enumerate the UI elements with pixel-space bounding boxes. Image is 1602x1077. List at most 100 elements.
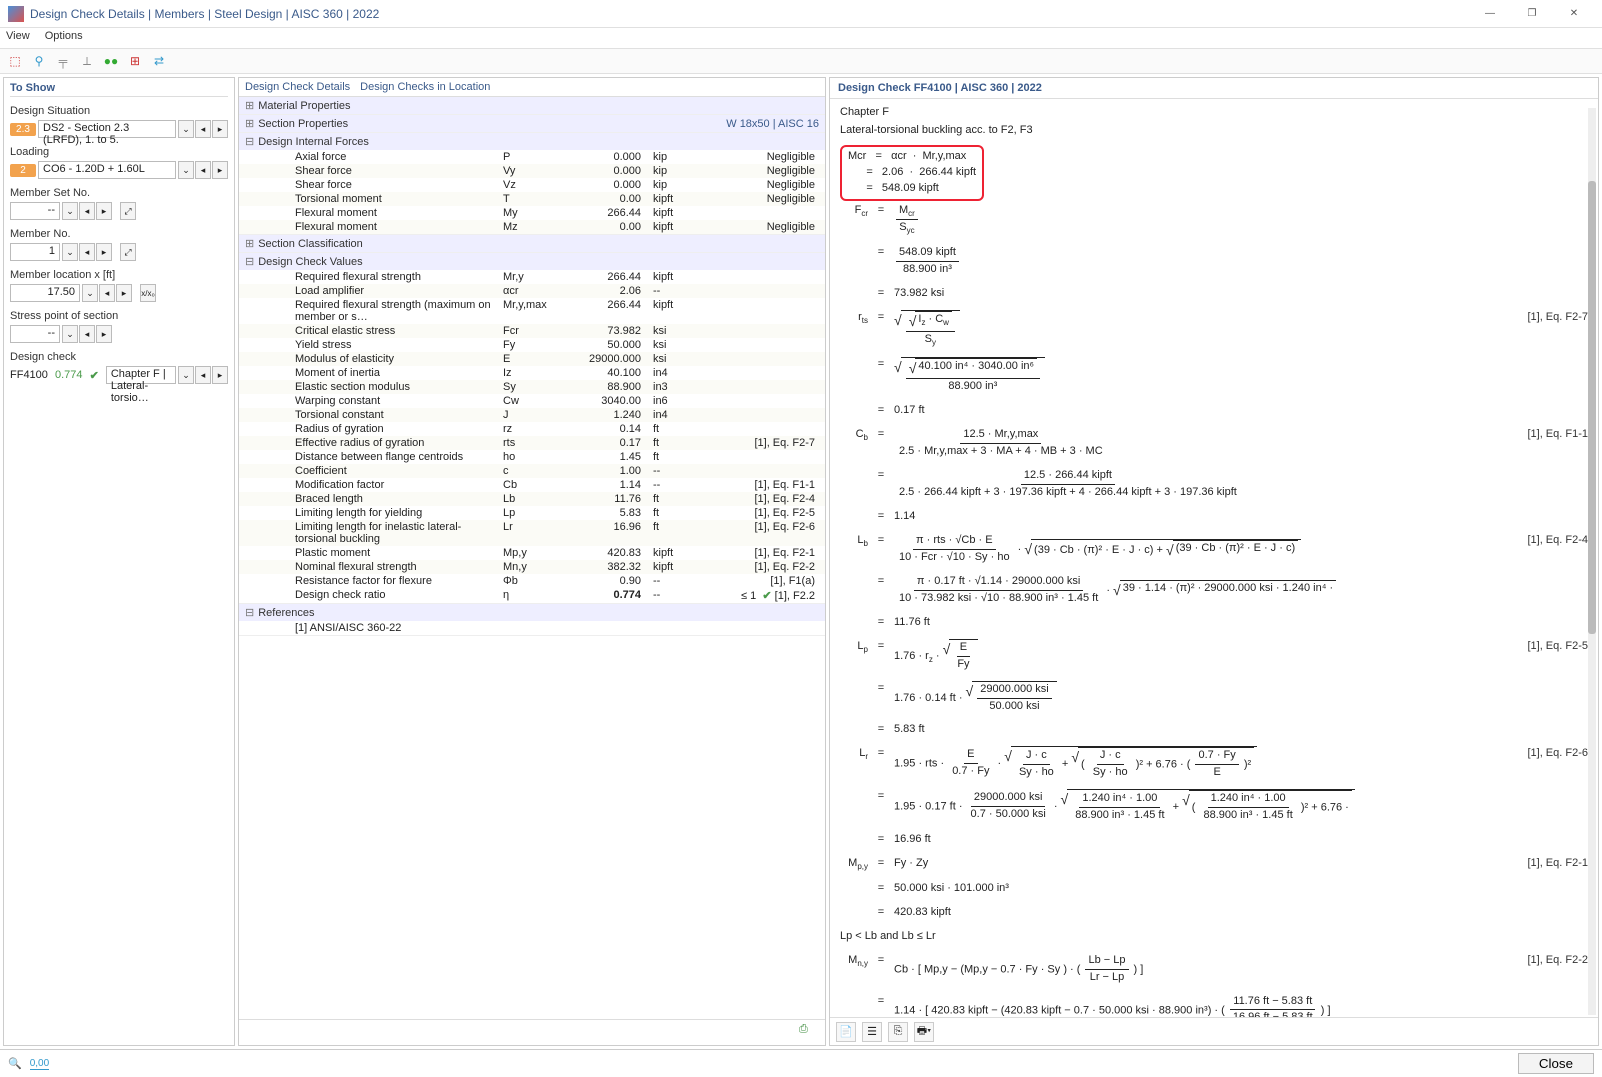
- collapse-icon[interactable]: ⊟: [245, 135, 254, 148]
- table-row: Critical elastic stressFcr73.982ksi: [239, 324, 825, 338]
- design-situation-select[interactable]: DS2 - Section 2.3 (LRFD), 1. to 5.: [38, 120, 176, 138]
- app-icon: [8, 6, 24, 22]
- stress-pt-select[interactable]: --: [10, 325, 60, 343]
- ref-1: [1] ANSI/AISC 360-22: [267, 621, 825, 635]
- ml-prev-button[interactable]: ◂: [99, 284, 115, 302]
- ld-chevron-icon[interactable]: ⌄: [178, 161, 194, 179]
- tb-icon-6[interactable]: ⊞: [126, 52, 144, 70]
- rp-tb-3[interactable]: ⎘: [888, 1022, 908, 1042]
- ratio-lim: ≤ 1: [741, 590, 756, 602]
- ld-prev-button[interactable]: ◂: [195, 161, 211, 179]
- ml-xx-icon[interactable]: x/x₀: [140, 284, 156, 302]
- sp-chevron-icon[interactable]: ⌄: [62, 325, 78, 343]
- expand-icon[interactable]: ⊞: [245, 117, 254, 130]
- sp-next-button[interactable]: ▸: [96, 325, 112, 343]
- loading-select[interactable]: CO6 - 1.20D + 1.60L: [38, 161, 176, 179]
- member-loc-input[interactable]: 17.50: [10, 284, 80, 302]
- ds-prev-button[interactable]: ◂: [195, 120, 211, 138]
- mn-pick-icon[interactable]: ⤢: [120, 243, 136, 261]
- member-set-label: Member Set No.: [10, 187, 228, 199]
- table-row: Effective radius of gyrationrts0.17ft[1]…: [239, 436, 825, 450]
- member-no-label: Member No.: [10, 228, 228, 240]
- right-panel: Design Check FF4100 | AISC 360 | 2022 Ch…: [829, 77, 1599, 1046]
- table-row: Modulus of elasticityE29000.000ksi: [239, 352, 825, 366]
- ft-icon-2[interactable]: 0,00: [30, 1058, 49, 1070]
- rp-tb-print-icon[interactable]: 🖶▾: [914, 1022, 934, 1042]
- grp-classif: Section Classification: [258, 238, 363, 250]
- table-row: Moment of inertiaIz40.100in4: [239, 366, 825, 380]
- member-set-select[interactable]: --: [10, 202, 60, 220]
- tb-icon-2[interactable]: ⚲: [30, 52, 48, 70]
- close-button[interactable]: Close: [1518, 1053, 1594, 1074]
- menu-view[interactable]: View: [6, 30, 30, 42]
- sp-prev-button[interactable]: ◂: [79, 325, 95, 343]
- ms-next-button[interactable]: ▸: [96, 202, 112, 220]
- table-row: Shear forceVy0.000kipNegligible: [239, 164, 825, 178]
- ld-next-button[interactable]: ▸: [212, 161, 228, 179]
- dc-prev-button[interactable]: ◂: [195, 366, 211, 384]
- left-panel: To Show Design Situation 2.3 DS2 - Secti…: [3, 77, 235, 1046]
- table-row: Flexural momentMz0.00kipftNegligible: [239, 220, 825, 234]
- dc-chevron-icon[interactable]: ⌄: [178, 366, 194, 384]
- ds-chevron-icon[interactable]: ⌄: [178, 120, 194, 138]
- ms-pick-icon[interactable]: ⤢: [120, 202, 136, 220]
- tb-icon-3[interactable]: ╤: [54, 52, 72, 70]
- grp-material: Material Properties: [258, 100, 350, 112]
- table-row: Limiting length for yieldingLp5.83ft[1],…: [239, 506, 825, 520]
- mid-panel: Design Check Details Design Checks in Lo…: [238, 77, 826, 1046]
- table-row: Modification factorCb1.14--[1], Eq. F1-1: [239, 478, 825, 492]
- ratio-val: 0.774: [557, 588, 647, 603]
- table-row: Elastic section modulusSy88.900in3: [239, 380, 825, 394]
- menu-options[interactable]: Options: [45, 30, 83, 42]
- mid-export-icon[interactable]: ⎙: [799, 1023, 819, 1043]
- mn-prev-button[interactable]: ◂: [79, 243, 95, 261]
- ft-icon-1[interactable]: 🔍: [8, 1057, 22, 1070]
- expand-icon[interactable]: ⊞: [245, 237, 254, 250]
- mid-tab-2[interactable]: Design Checks in Location: [360, 81, 490, 93]
- design-check-label: Design check: [10, 351, 228, 363]
- dc-check-icon: ✔: [90, 369, 99, 382]
- window-title: Design Check Details | Members | Steel D…: [30, 7, 379, 21]
- highlight-box: Mcr = αcr · Mr,y,max = 2.06 · 266.44 kip…: [840, 145, 984, 201]
- tb-icon-1[interactable]: ⬚: [6, 52, 24, 70]
- close-icon[interactable]: ✕: [1554, 8, 1594, 19]
- restore-icon[interactable]: ❐: [1512, 8, 1552, 19]
- table-row: Torsional momentT0.00kipftNegligible: [239, 192, 825, 206]
- tb-icon-7[interactable]: ⇄: [150, 52, 168, 70]
- ratio-check-icon: ✔: [762, 590, 771, 602]
- dc-next-button[interactable]: ▸: [212, 366, 228, 384]
- ml-chevron-icon[interactable]: ⌄: [82, 284, 98, 302]
- member-no-select[interactable]: 1: [10, 243, 60, 261]
- loading-label: Loading: [10, 146, 228, 158]
- scrollbar[interactable]: [1588, 108, 1596, 1015]
- mn-next-button[interactable]: ▸: [96, 243, 112, 261]
- table-row: Shear forceVz0.000kipNegligible: [239, 178, 825, 192]
- table-row: Resistance factor for flexureΦb0.90--[1]…: [239, 574, 825, 588]
- dc-ratio: 0.774: [55, 369, 83, 381]
- rp-tb-1[interactable]: 📄: [836, 1022, 856, 1042]
- ratio-ref: [1], F2.2: [775, 590, 815, 602]
- dc-desc-select[interactable]: Chapter F | Lateral-torsio…: [106, 366, 176, 384]
- table-row: Torsional constantJ1.240in4: [239, 408, 825, 422]
- mn-chevron-icon[interactable]: ⌄: [62, 243, 78, 261]
- collapse-icon[interactable]: ⊟: [245, 606, 254, 619]
- ms-chevron-icon[interactable]: ⌄: [62, 202, 78, 220]
- ml-next-button[interactable]: ▸: [116, 284, 132, 302]
- table-row: Warping constantCw3040.00in6: [239, 394, 825, 408]
- member-loc-label: Member location x [ft]: [10, 269, 228, 281]
- menu-bar: View Options: [0, 28, 1602, 48]
- mid-tab-1[interactable]: Design Check Details: [245, 81, 350, 93]
- table-row: Yield stressFy50.000ksi: [239, 338, 825, 352]
- tb-icon-4[interactable]: ⟂: [78, 52, 96, 70]
- ms-prev-button[interactable]: ◂: [79, 202, 95, 220]
- rp-tb-2[interactable]: ☰: [862, 1022, 882, 1042]
- table-row: Nominal flexural strengthMn,y382.32kipft…: [239, 560, 825, 574]
- tb-icon-5[interactable]: ●●: [102, 52, 120, 70]
- table-row: Required flexural strengthMr,y266.44kipf…: [239, 270, 825, 284]
- collapse-icon[interactable]: ⊟: [245, 255, 254, 268]
- minimize-icon[interactable]: —: [1470, 8, 1510, 19]
- cond: Lp < Lb and Lb ≤ Lr: [840, 929, 1588, 945]
- expand-icon[interactable]: ⊞: [245, 99, 254, 112]
- grp-section-right: W 18x50 | AISC 16: [726, 118, 819, 130]
- ds-next-button[interactable]: ▸: [212, 120, 228, 138]
